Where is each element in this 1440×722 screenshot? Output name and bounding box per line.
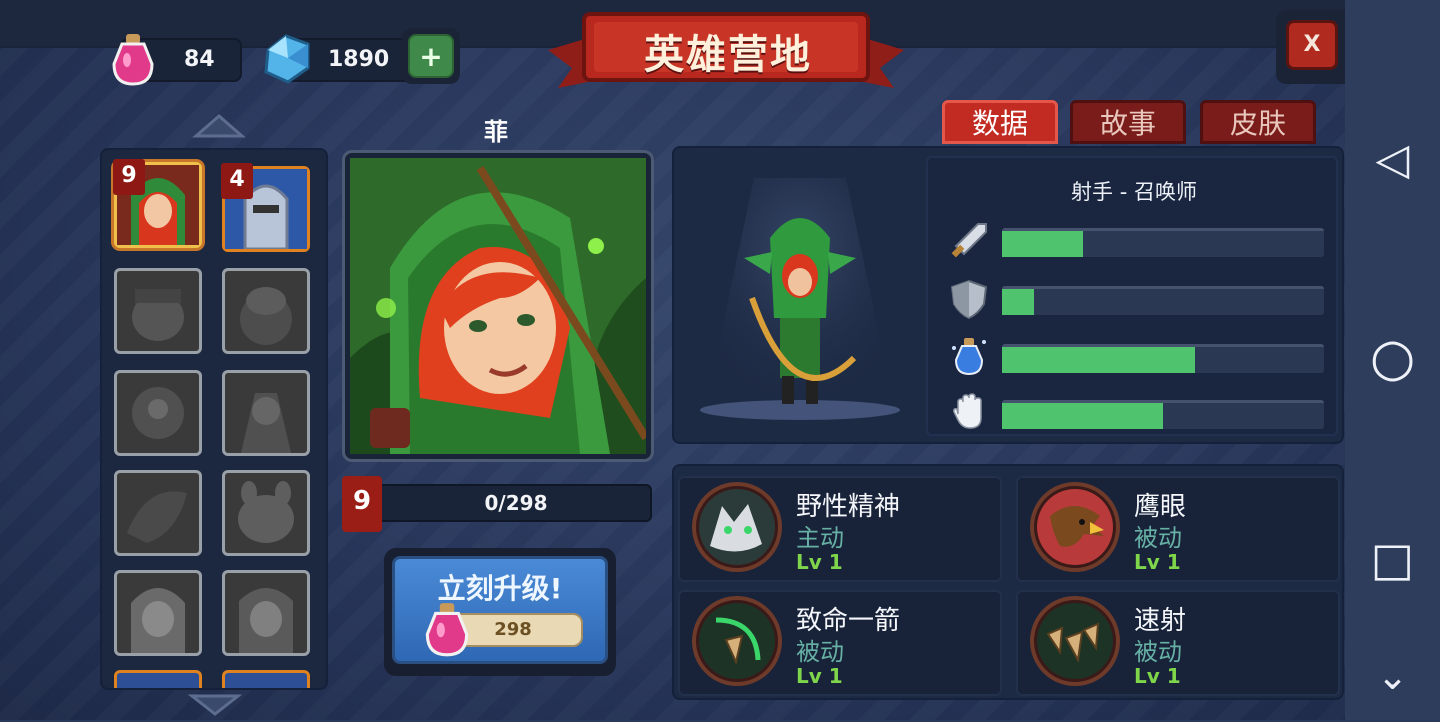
hero-slot-locked[interactable]: [222, 370, 310, 456]
plus-icon: +: [408, 34, 454, 78]
stat-defense: [948, 278, 1328, 320]
xp-bar: 0/298: [376, 484, 652, 522]
hero-slot-locked[interactable]: [114, 268, 202, 354]
stat-bar-fill: [1002, 289, 1035, 315]
close-icon: X: [1286, 20, 1338, 70]
hero-level-badge: 9: [342, 476, 382, 532]
skill-card[interactable]: 野性精神 主动 Lv 1: [678, 476, 1002, 582]
hero-level-badge: 4: [221, 163, 253, 199]
scroll-down-arrow[interactable]: [187, 692, 243, 718]
hero-slot-locked[interactable]: [222, 570, 310, 656]
skill-level: Lv 1: [1134, 550, 1181, 574]
stat-bar-fill: [1002, 347, 1196, 373]
skill-type: 主动: [796, 524, 844, 552]
recents-button[interactable]: □: [1345, 532, 1440, 586]
skill-type: 被动: [1134, 524, 1182, 552]
stat-support: [948, 393, 1328, 434]
collapse-button[interactable]: ⌄: [1345, 654, 1440, 698]
stat-bar-track: [1002, 286, 1324, 315]
add-gems-button[interactable]: +: [402, 28, 460, 84]
instant-upgrade-button[interactable]: 立刻升级! 298: [384, 548, 616, 676]
hero-slot-locked[interactable]: [114, 370, 202, 456]
xp-text: 0/298: [484, 491, 548, 515]
page-title: 英雄营地: [644, 32, 812, 78]
arrow-icon: [692, 596, 782, 686]
skill-level: Lv 1: [796, 550, 843, 574]
hero-slot-locked[interactable]: [114, 570, 202, 656]
stat-magic: [948, 338, 1328, 378]
gem-icon: [258, 30, 316, 88]
potion-count: 84: [184, 47, 215, 72]
home-button[interactable]: ○: [1345, 328, 1440, 388]
tab-story[interactable]: 故事: [1070, 100, 1186, 144]
hero-portrait: [342, 150, 654, 462]
skills-panel: 野性精神 主动 Lv 1 鹰眼 被动 Lv 1 致命一箭 被动 Lv 1 速射 …: [672, 464, 1344, 700]
skill-card[interactable]: 速射 被动 Lv 1: [1016, 590, 1340, 696]
wolf-icon: [692, 482, 782, 572]
stat-bar-track: [1002, 400, 1324, 429]
upgrade-button-face: 立刻升级! 298: [392, 556, 608, 664]
skill-type: 被动: [796, 638, 844, 666]
scroll-up-arrow[interactable]: [191, 112, 247, 140]
skill-card[interactable]: 鹰眼 被动 Lv 1: [1016, 476, 1340, 582]
sword-icon: [948, 220, 990, 262]
tab-stats[interactable]: 数据: [942, 100, 1058, 144]
hero-slot-locked[interactable]: [114, 470, 202, 556]
hero-roster[interactable]: 9 4: [100, 148, 328, 690]
hero-slot-knight[interactable]: 4: [221, 163, 310, 252]
skill-type: 被动: [1134, 638, 1182, 666]
gem-count: 1890: [328, 47, 390, 72]
stat-bar-fill: [1002, 231, 1083, 257]
skill-card[interactable]: 致命一箭 被动 Lv 1: [678, 590, 1002, 696]
tab-skins[interactable]: 皮肤: [1200, 100, 1316, 144]
hero-slot-fei[interactable]: 9: [113, 159, 202, 248]
stat-bar-track: [1002, 228, 1324, 257]
stat-bar-track: [1002, 344, 1324, 373]
potion-icon: [417, 599, 477, 659]
shield-icon: [948, 278, 990, 320]
title-banner: 英雄营地: [548, 10, 904, 94]
close-button[interactable]: X: [1276, 10, 1354, 84]
hero-level-badge: 9: [113, 159, 145, 195]
hero-class-label: 射手 - 召唤师: [1071, 180, 1197, 204]
stat-bar-fill: [1002, 403, 1163, 429]
potion-icon: [104, 30, 162, 88]
back-button[interactable]: ◁: [1345, 134, 1440, 185]
skill-level: Lv 1: [1134, 664, 1181, 688]
hand-icon: [948, 390, 990, 432]
stats-panel: 射手 - 召唤师: [672, 146, 1344, 444]
eagle-icon: [1030, 482, 1120, 572]
hero-slot-locked[interactable]: [222, 268, 310, 354]
stats-box: 射手 - 召唤师: [926, 156, 1338, 436]
hero-slot-partial[interactable]: [114, 670, 202, 688]
system-nav-bar: ◁ ○ □ ⌄: [1345, 0, 1440, 720]
hero-model: [684, 178, 916, 428]
hero-name: 菲: [484, 118, 508, 146]
stat-attack: [948, 222, 1328, 262]
multi-arrow-icon: [1030, 596, 1120, 686]
hero-slot-partial[interactable]: [222, 670, 310, 688]
skill-level: Lv 1: [796, 664, 843, 688]
potion-icon: [948, 334, 990, 378]
hero-slot-locked[interactable]: [222, 470, 310, 556]
